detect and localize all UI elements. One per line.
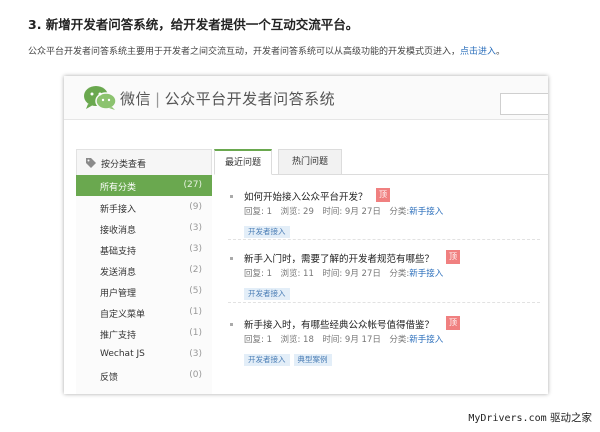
pinned-badge: 顶: [446, 250, 460, 264]
app-title: 微信 | 公众平台开发者问答系统: [120, 88, 335, 109]
sidebar-item-label: Wechat JS: [100, 349, 145, 359]
tag-icon: [86, 158, 96, 168]
sidebar-item-basic-support[interactable]: 基础支持 (3): [76, 239, 212, 260]
wechat-logo-icon: [84, 86, 117, 110]
sidebar-item-count: (3): [189, 244, 202, 254]
intro-text: 公众平台开发者问答系统主要用于开发者之间交流互动，开发者问答系统可以从高级功能的…: [28, 47, 461, 57]
sidebar-item-label: 反馈: [100, 373, 119, 383]
qa-screenshot-frame: 微信 | 公众平台开发者问答系统 按分类查看 所有分类 (27) 新手接入 (9) 接收…: [64, 76, 548, 394]
question-meta: 回复: 1 浏览: 11 时间: 9月 27日 分类:新手接入: [244, 267, 443, 279]
tag-pill[interactable]: 典型案例: [293, 354, 332, 366]
sidebar-item-receive-messages[interactable]: 接收消息 (3): [76, 218, 212, 239]
sidebar-item-label: 推广支持: [100, 331, 137, 341]
sidebar-item-count: (1): [189, 328, 202, 338]
sidebar-item-count: (5): [189, 286, 202, 296]
sidebar-item-label: 所有分类: [100, 183, 137, 193]
category-link[interactable]: 新手接入: [409, 269, 443, 279]
sidebar-item-count: (3): [189, 223, 202, 233]
divider: [228, 302, 540, 303]
brand-name: 微信: [120, 90, 152, 108]
sidebar-item-label: 用户管理: [100, 289, 137, 299]
sidebar-item-count: (2): [189, 265, 202, 275]
sidebar-item-label: 基础支持: [100, 247, 137, 257]
watermark-cn: 驱动之家: [550, 412, 592, 424]
sidebar-item-feedback[interactable]: 反馈 (0): [76, 365, 212, 386]
tab-popular[interactable]: 热门问题: [278, 149, 342, 175]
pinned-badge: 顶: [376, 188, 390, 202]
intro-link[interactable]: 点击进入: [460, 47, 496, 57]
tab-recent[interactable]: 最近问题: [214, 149, 272, 175]
divider: [228, 239, 540, 240]
category-link[interactable]: 新手接入: [409, 335, 443, 345]
system-name: 公众平台开发者问答系统: [164, 90, 336, 108]
search-input[interactable]: [500, 93, 548, 115]
tag-list: 开发者接入: [244, 281, 294, 300]
question-tabs: 最近问题 热门问题: [214, 149, 548, 175]
sidebar-item-count: (0): [189, 370, 202, 380]
watermark: MyDrivers.com 驱动之家: [468, 410, 592, 425]
sidebar-item-all[interactable]: 所有分类 (27): [76, 175, 212, 196]
question-title[interactable]: 新手入门时，需要了解的开发者规范有哪些？: [244, 251, 434, 265]
sidebar-item-count: (27): [183, 180, 202, 190]
bullet-dot: [230, 257, 233, 260]
sidebar-item-send-messages[interactable]: 发送消息 (2): [76, 260, 212, 281]
sidebar-item-wechat-js[interactable]: Wechat JS (3): [76, 344, 212, 365]
sidebar-item-label: 新手接入: [100, 205, 137, 215]
category-link[interactable]: 新手接入: [409, 207, 443, 217]
sidebar-item-getting-started[interactable]: 新手接入 (9): [76, 197, 212, 218]
bullet-dot: [230, 323, 233, 326]
question-title[interactable]: 如何开始接入公众平台开发？: [244, 189, 368, 203]
question-meta: 回复: 1 浏览: 18 时间: 9月 17日 分类:新手接入: [244, 333, 443, 345]
tag-list: 开发者接入: [244, 219, 294, 238]
watermark-site: MyDrivers.com: [468, 413, 547, 424]
sidebar-item-label: 接收消息: [100, 226, 137, 236]
sidebar-item-promotion[interactable]: 推广支持 (1): [76, 323, 212, 344]
tag-list: 开发者接入 典型案例: [244, 347, 336, 366]
sidebar-item-label: 发送消息: [100, 268, 137, 278]
article-heading: 3. 新增开发者问答系统，给开发者提供一个互动交流平台。: [28, 17, 359, 32]
sidebar-item-label: 自定义菜单: [100, 310, 146, 320]
sidebar-item-custom-menu[interactable]: 自定义菜单 (1): [76, 302, 212, 323]
title-separator: |: [155, 90, 161, 108]
top-bar: 微信 | 公众平台开发者问答系统: [64, 76, 548, 120]
meta-text: 回复: 1 浏览: 11 时间: 9月 27日 分类:: [244, 269, 410, 279]
meta-text: 回复: 1 浏览: 18 时间: 9月 17日 分类:: [244, 335, 410, 345]
meta-text: 回复: 1 浏览: 29 时间: 9月 27日 分类:: [244, 207, 410, 217]
category-sidebar: 按分类查看 所有分类 (27) 新手接入 (9) 接收消息 (3) 基础支持 (3) 发…: [76, 149, 212, 394]
question-title[interactable]: 新手接入时，有哪些经典公众帐号值得借鉴？: [244, 317, 434, 331]
pinned-badge: 顶: [446, 316, 460, 330]
bullet-dot: [230, 195, 233, 198]
sidebar-item-count: (9): [189, 202, 202, 212]
article-intro: 公众平台开发者问答系统主要用于开发者之间交流互动，开发者问答系统可以从高级功能的…: [28, 44, 505, 57]
sidebar-item-count: (1): [189, 307, 202, 317]
tag-pill[interactable]: 开发者接入: [244, 226, 290, 238]
sidebar-item-user-management[interactable]: 用户管理 (5): [76, 281, 212, 302]
question-meta: 回复: 1 浏览: 29 时间: 9月 27日 分类:新手接入: [244, 205, 443, 217]
tag-pill[interactable]: 开发者接入: [244, 354, 290, 366]
sidebar-header: 按分类查看: [76, 149, 212, 175]
sidebar-item-count: (3): [189, 349, 202, 359]
tag-pill[interactable]: 开发者接入: [244, 288, 290, 300]
intro-end: 。: [496, 47, 506, 57]
sidebar-title: 按分类查看: [101, 160, 147, 170]
